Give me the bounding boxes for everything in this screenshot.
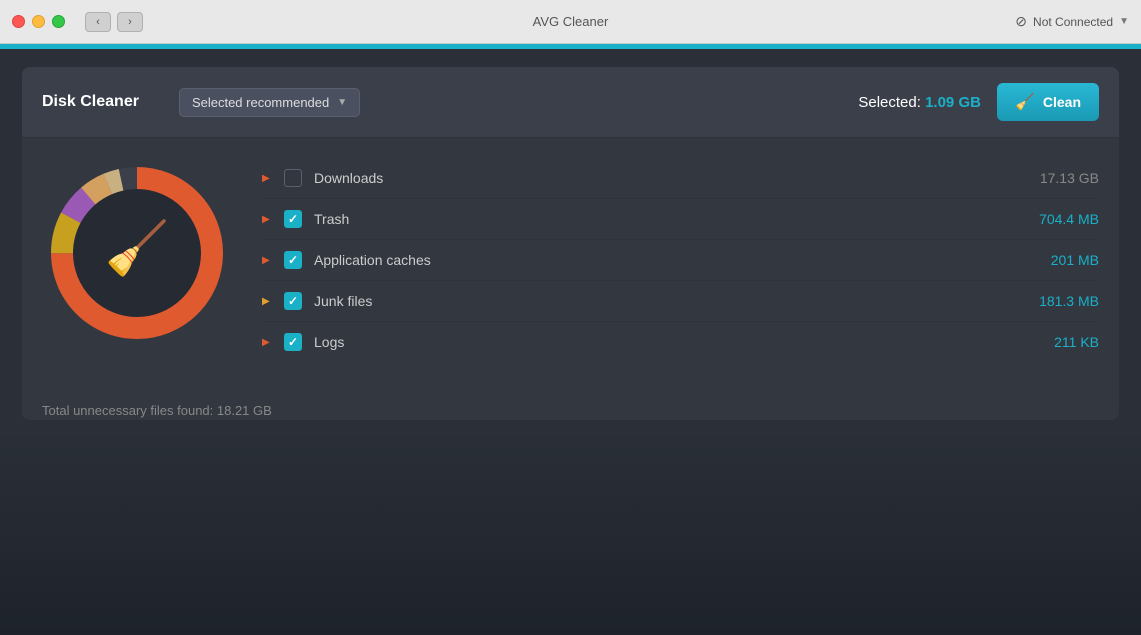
- connection-status: Not Connected: [1033, 15, 1113, 29]
- connection-area[interactable]: ⊘ Not Connected ▼: [1015, 13, 1129, 30]
- expand-arrow-icon[interactable]: ▶: [262, 255, 278, 266]
- file-name: Application caches: [314, 252, 1051, 268]
- expand-arrow-icon[interactable]: ▶: [262, 296, 278, 307]
- clean-button[interactable]: 🧹 Clean: [997, 83, 1099, 121]
- window-title: AVG Cleaner: [533, 14, 609, 29]
- logs-checkbox[interactable]: ✓: [284, 333, 302, 351]
- file-size: 17.13 GB: [1040, 170, 1099, 186]
- file-name: Logs: [314, 334, 1054, 350]
- checkmark-icon: ✓: [288, 335, 298, 349]
- back-button[interactable]: ‹: [85, 12, 111, 32]
- checkmark-icon: ✓: [288, 253, 298, 267]
- chevron-down-icon: ▼: [337, 97, 347, 108]
- clean-button-label: Clean: [1043, 94, 1081, 110]
- appcaches-checkbox[interactable]: ✓: [284, 251, 302, 269]
- file-size: 201 MB: [1051, 252, 1099, 268]
- filter-dropdown[interactable]: Selected recommended ▼: [179, 88, 360, 117]
- maximize-button[interactable]: [52, 15, 65, 28]
- trash-checkbox[interactable]: ✓: [284, 210, 302, 228]
- expand-arrow-icon[interactable]: ▶: [262, 337, 278, 348]
- donut-chart: 🧹: [42, 158, 232, 348]
- list-item: ▶ ✓ Logs 211 KB: [262, 322, 1099, 362]
- file-size: 211 KB: [1054, 334, 1099, 350]
- selected-info: Selected: 1.09 GB: [858, 94, 981, 111]
- file-size: 181.3 MB: [1039, 293, 1099, 309]
- connection-icon: ⊘: [1015, 13, 1027, 30]
- donut-svg: 🧹: [42, 158, 232, 348]
- traffic-lights: [0, 15, 65, 28]
- file-name: Downloads: [314, 170, 1040, 186]
- titlebar: ‹ › AVG Cleaner ⊘ Not Connected ▼: [0, 0, 1141, 44]
- file-size: 704.4 MB: [1039, 211, 1099, 227]
- expand-arrow-icon[interactable]: ▶: [262, 214, 278, 225]
- minimize-button[interactable]: [32, 15, 45, 28]
- panel-title: Disk Cleaner: [42, 93, 139, 111]
- close-button[interactable]: [12, 15, 25, 28]
- total-text: Total unnecessary files found: 18.21 GB: [42, 403, 272, 418]
- file-list: ▶ Downloads 17.13 GB ▶ ✓ Trash 704.4 MB: [262, 158, 1099, 362]
- broom-icon: 🧹: [1015, 92, 1035, 112]
- list-item: ▶ Downloads 17.13 GB: [262, 158, 1099, 199]
- list-item: ▶ ✓ Trash 704.4 MB: [262, 199, 1099, 240]
- checkmark-icon: ✓: [288, 212, 298, 226]
- forward-button[interactable]: ›: [117, 12, 143, 32]
- list-item: ▶ ✓ Application caches 201 MB: [262, 240, 1099, 281]
- total-info: Total unnecessary files found: 18.21 GB: [22, 382, 1119, 420]
- checkmark-icon: ✓: [288, 294, 298, 308]
- svg-text:🧹: 🧹: [105, 218, 170, 278]
- file-name: Trash: [314, 211, 1039, 227]
- expand-arrow-icon[interactable]: ▶: [262, 173, 278, 184]
- junkfiles-checkbox[interactable]: ✓: [284, 292, 302, 310]
- file-name: Junk files: [314, 293, 1039, 309]
- list-item: ▶ ✓ Junk files 181.3 MB: [262, 281, 1099, 322]
- downloads-checkbox[interactable]: [284, 169, 302, 187]
- panel-header: Disk Cleaner Selected recommended ▼ Sele…: [22, 67, 1119, 138]
- disk-cleaner-panel: Disk Cleaner Selected recommended ▼ Sele…: [22, 67, 1119, 420]
- selected-label: Selected:: [858, 94, 925, 111]
- dropdown-label: Selected recommended: [192, 95, 329, 110]
- selected-value: 1.09 GB: [925, 94, 981, 111]
- panel-body: 🧹 ▶ Downloads 17.13 GB ▶ ✓: [22, 138, 1119, 382]
- nav-buttons: ‹ ›: [85, 12, 143, 32]
- chevron-down-icon: ▼: [1119, 16, 1129, 27]
- main-content: Disk Cleaner Selected recommended ▼ Sele…: [0, 49, 1141, 635]
